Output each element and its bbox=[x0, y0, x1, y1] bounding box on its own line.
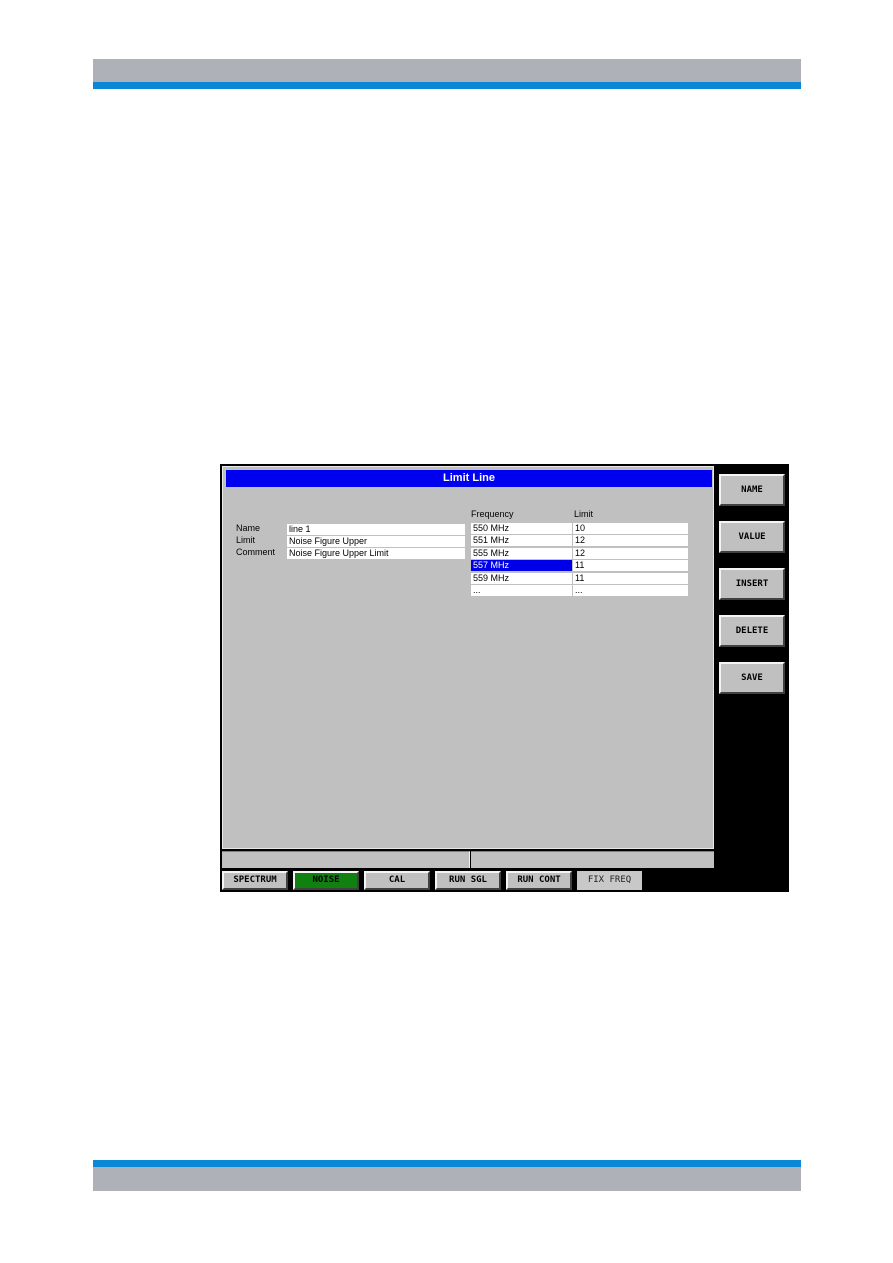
frequency-cell[interactable]: 559 MHz bbox=[471, 573, 572, 584]
page-footer-accent bbox=[93, 1160, 801, 1167]
name-field[interactable]: line 1 bbox=[287, 524, 465, 535]
limit-label: Limit bbox=[236, 535, 256, 545]
hotkey-noise[interactable]: NOISE bbox=[293, 871, 359, 890]
softkey-delete[interactable]: DELETE bbox=[719, 615, 785, 647]
softkey-bar: NAME VALUE INSERT DELETE SAVE bbox=[717, 464, 789, 864]
comment-label: Comment bbox=[236, 547, 276, 557]
hotkey-spectrum[interactable]: SPECTRUM bbox=[222, 871, 288, 890]
page-footer-band bbox=[93, 1167, 801, 1191]
frequency-cell-selected[interactable]: 557 MHz bbox=[471, 560, 572, 571]
softkey-value[interactable]: VALUE bbox=[719, 521, 785, 553]
page-header-accent bbox=[93, 82, 801, 89]
instrument-screen: Limit Line Name Limit Comment line 1 Noi… bbox=[220, 464, 789, 892]
softkey-save[interactable]: SAVE bbox=[719, 662, 785, 694]
limit-cell[interactable]: 12 bbox=[573, 535, 688, 546]
softkey-name[interactable]: NAME bbox=[719, 474, 785, 506]
name-label: Name bbox=[236, 523, 261, 533]
limit-cell[interactable]: 11 bbox=[573, 560, 688, 571]
frequency-cell[interactable]: ... bbox=[471, 585, 572, 596]
softkey-insert[interactable]: INSERT bbox=[719, 568, 785, 600]
limit-cell[interactable]: ... bbox=[573, 585, 688, 596]
hotkey-run-cont[interactable]: RUN CONT bbox=[506, 871, 572, 890]
frequency-cell[interactable]: 550 MHz bbox=[471, 523, 572, 534]
status-field-right bbox=[471, 851, 714, 868]
limit-cell[interactable]: 11 bbox=[573, 573, 688, 584]
page-header-band bbox=[93, 59, 801, 82]
status-field-left bbox=[222, 851, 470, 868]
limit-line-dialog: Limit Line Name Limit Comment line 1 Noi… bbox=[222, 466, 714, 849]
hotkey-run-sgl[interactable]: RUN SGL bbox=[435, 871, 501, 890]
frequency-cell[interactable]: 555 MHz bbox=[471, 548, 572, 559]
comment-field[interactable]: Noise Figure Upper Limit bbox=[287, 548, 465, 559]
limit-cell[interactable]: 12 bbox=[573, 548, 688, 559]
limit-column-header: Limit bbox=[574, 509, 594, 519]
limit-field[interactable]: Noise Figure Upper bbox=[287, 536, 465, 547]
limit-cell[interactable]: 10 bbox=[573, 523, 688, 534]
dialog-title: Limit Line bbox=[226, 470, 712, 487]
frequency-column-header: Frequency bbox=[471, 509, 514, 519]
hotkey-fix-freq[interactable]: FIX FREQ bbox=[577, 871, 642, 890]
hotkey-cal[interactable]: CAL bbox=[364, 871, 430, 890]
frequency-cell[interactable]: 551 MHz bbox=[471, 535, 572, 546]
